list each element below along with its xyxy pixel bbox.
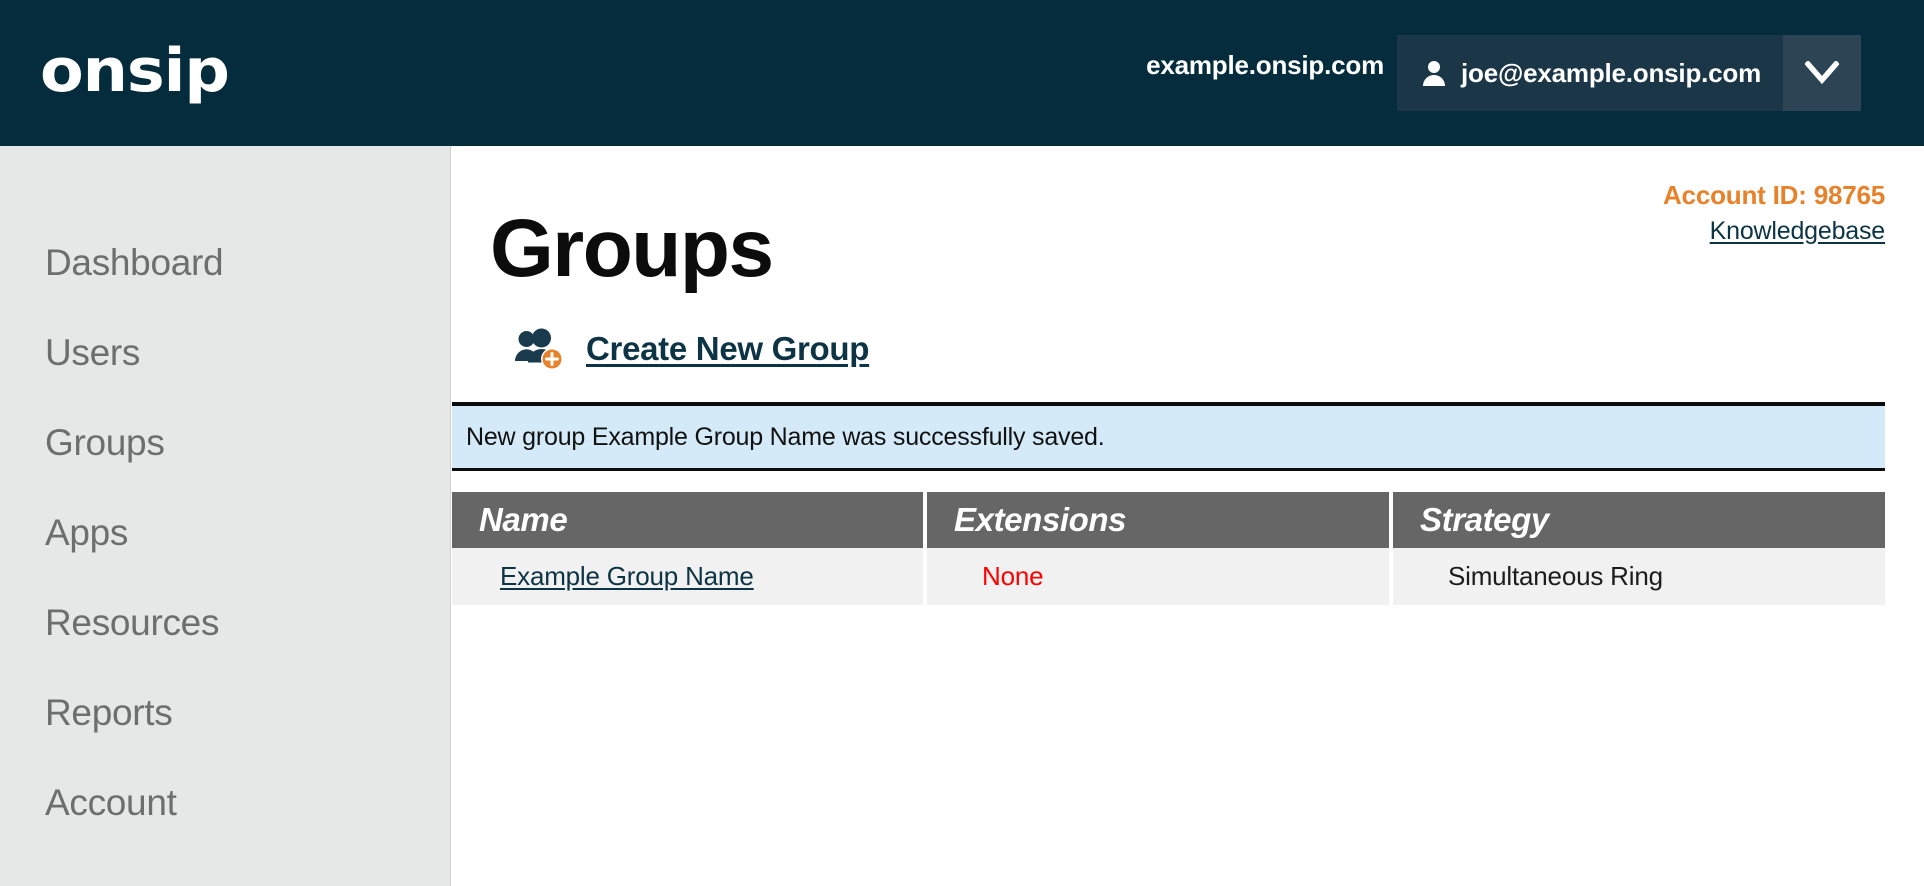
account-domain-label: example.onsip.com [1146,50,1384,80]
person-icon [1423,61,1445,86]
chevron-down-icon [1805,61,1840,85]
page-title: Groups [490,203,774,294]
cell-group-name: Example Group Name [452,548,923,605]
flash-success-message: New group Example Group Name was success… [452,402,1885,471]
cell-strategy: Simultaneous Ring [1389,548,1885,605]
cell-extensions: None [923,548,1389,605]
create-new-group-link[interactable]: Create New Group [586,330,869,368]
strategy-value: Simultaneous Ring [1448,561,1663,591]
group-name-link[interactable]: Example Group Name [500,561,754,592]
knowledgebase-link[interactable]: Knowledgebase [1710,217,1886,247]
column-header-name[interactable]: Name [452,492,923,548]
sidebar-item-apps[interactable]: Apps [0,488,450,578]
user-menu[interactable]: joe@example.onsip.com [1397,35,1862,111]
sidebar-item-groups[interactable]: Groups [0,398,450,488]
extensions-value: None [982,561,1044,591]
table-row: Example Group Name None Simultaneous Rin… [452,548,1885,605]
sidebar-item-reports[interactable]: Reports [0,668,450,758]
sidebar-item-resources[interactable]: Resources [0,578,450,668]
user-email-label: joe@example.onsip.com [1461,57,1762,88]
sidebar-item-dashboard[interactable]: Dashboard [0,218,450,308]
onsip-wordmark-icon: onsip [40,36,230,106]
main-content: Account ID: 98765 Knowledgebase Groups C… [452,146,1924,886]
create-new-group-row[interactable]: Create New Group [514,328,869,370]
account-id-label: Account ID: 98765 [1662,180,1885,210]
sidebar-item-users[interactable]: Users [0,308,450,398]
account-meta: Account ID: 98765 Knowledgebase [1663,180,1885,246]
groups-table-header-row: Name Extensions Strategy [452,492,1885,548]
column-header-extensions[interactable]: Extensions [923,492,1389,548]
user-menu-label-area[interactable]: joe@example.onsip.com [1397,35,1783,111]
top-header-bar: onsip example.onsip.com joe@example.onsi… [0,0,1924,146]
group-add-icon [515,328,563,370]
flash-message-text: New group Example Group Name was success… [466,423,1105,451]
onsip-logo[interactable]: onsip [40,40,230,102]
sidebar-navigation: Dashboard Users Groups Apps Resources Re… [0,146,451,886]
user-menu-toggle-button[interactable] [1783,35,1862,111]
groups-table: Name Extensions Strategy Example Group N… [452,492,1885,605]
sidebar-item-account[interactable]: Account [0,758,450,848]
column-header-strategy[interactable]: Strategy [1389,492,1885,548]
